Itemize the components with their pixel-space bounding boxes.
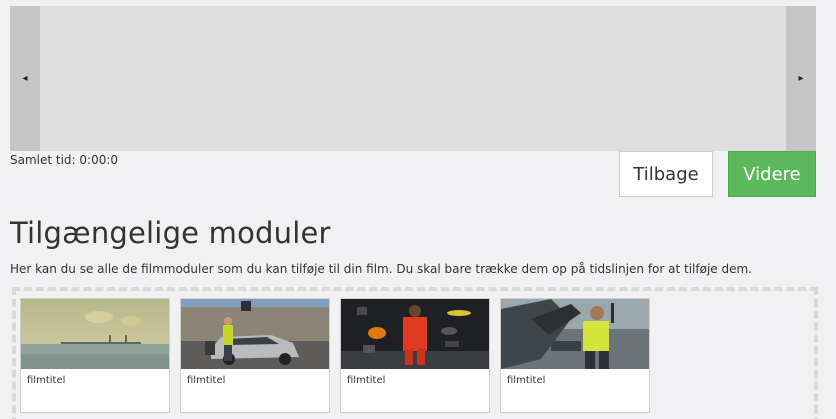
film-module-card[interactable]: filmtitel [500,298,650,413]
modules-heading: Tilgængelige moduler [10,216,331,250]
film-module-card[interactable]: filmtitel [20,298,170,413]
modules-description: Her kan du se alle de filmmoduler som du… [10,262,752,276]
back-button[interactable]: Tilbage [619,151,713,197]
total-time-label: Samlet tid: 0:00:0 [10,153,119,167]
next-button[interactable]: Videre [728,151,816,197]
caret-right-icon: ▸ [798,73,804,84]
film-module-title: filmtitel [27,375,66,386]
film-thumbnail-worker [501,299,649,369]
timeline-scroll-right-button[interactable]: ▸ [786,6,816,151]
film-module-card[interactable]: filmtitel [180,298,330,413]
timeline-scroll-left-button[interactable]: ◂ [10,6,40,151]
film-thumbnail-car [181,299,329,369]
timeline-track[interactable]: ◂ ▸ [10,6,816,151]
film-module-title: filmtitel [507,375,546,386]
film-thumbnail-bridge [21,299,169,369]
film-module-title: filmtitel [347,375,386,386]
film-thumbnail-safety-gear [341,299,489,369]
film-module-title: filmtitel [187,375,226,386]
film-module-card[interactable]: filmtitel [340,298,490,413]
caret-left-icon: ◂ [22,73,28,84]
